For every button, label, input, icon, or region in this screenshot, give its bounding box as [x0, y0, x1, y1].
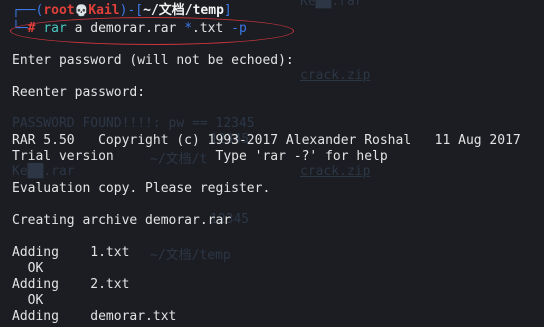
output-adding-3: Adding demorar.txt [12, 309, 177, 324]
prompt-bracket-close: ] [223, 3, 232, 18]
command-program: rar [43, 21, 67, 36]
prompt-corner: ┌──( [12, 3, 44, 18]
command-args: a demorar.rar [74, 21, 185, 36]
output-ok-1: OK [12, 261, 44, 276]
command-line[interactable]: └─# rar a demorar.rar *.txt -p [12, 21, 247, 37]
command-flag: -p [231, 21, 247, 36]
output-reenter-password: Reenter password: [12, 85, 146, 100]
prompt-line: ┌──(root💀Kail)-[~/文档/temp] [12, 3, 232, 19]
output-ok-2: OK [12, 293, 44, 308]
output-adding-1: Adding 1.txt [12, 245, 130, 260]
prompt-corner-bottom: └─ [12, 21, 28, 36]
command-ext: .txt [192, 21, 232, 36]
output-trial: Trial version Type 'rar -?' for help [12, 149, 388, 164]
command-glob: * [184, 21, 193, 36]
terminal-window[interactable]: Ke██.rar PASSWORD FOUND!!!!: pw == 12345… [0, 0, 544, 327]
prompt-host: Kail [88, 3, 120, 18]
terminal-output: ┌──(root💀Kail)-[~/文档/temp] └─# rar a dem… [0, 0, 544, 327]
output-adding-2: Adding 2.txt [12, 277, 130, 292]
prompt-path: ~/文档/temp [143, 3, 224, 18]
skull-icon: 💀 [74, 4, 89, 17]
output-evaluation: Evaluation copy. Please register. [12, 181, 271, 196]
output-copyright: RAR 5.50 Copyright (c) 1993-2017 Alexand… [12, 133, 521, 148]
prompt-bracket: )-[ [119, 3, 144, 18]
prompt-hash: # [27, 21, 36, 36]
output-creating: Creating archive demorar.rar [12, 213, 232, 228]
output-enter-password: Enter password (will not be echoed): [12, 53, 294, 68]
prompt-user: root [43, 3, 75, 18]
